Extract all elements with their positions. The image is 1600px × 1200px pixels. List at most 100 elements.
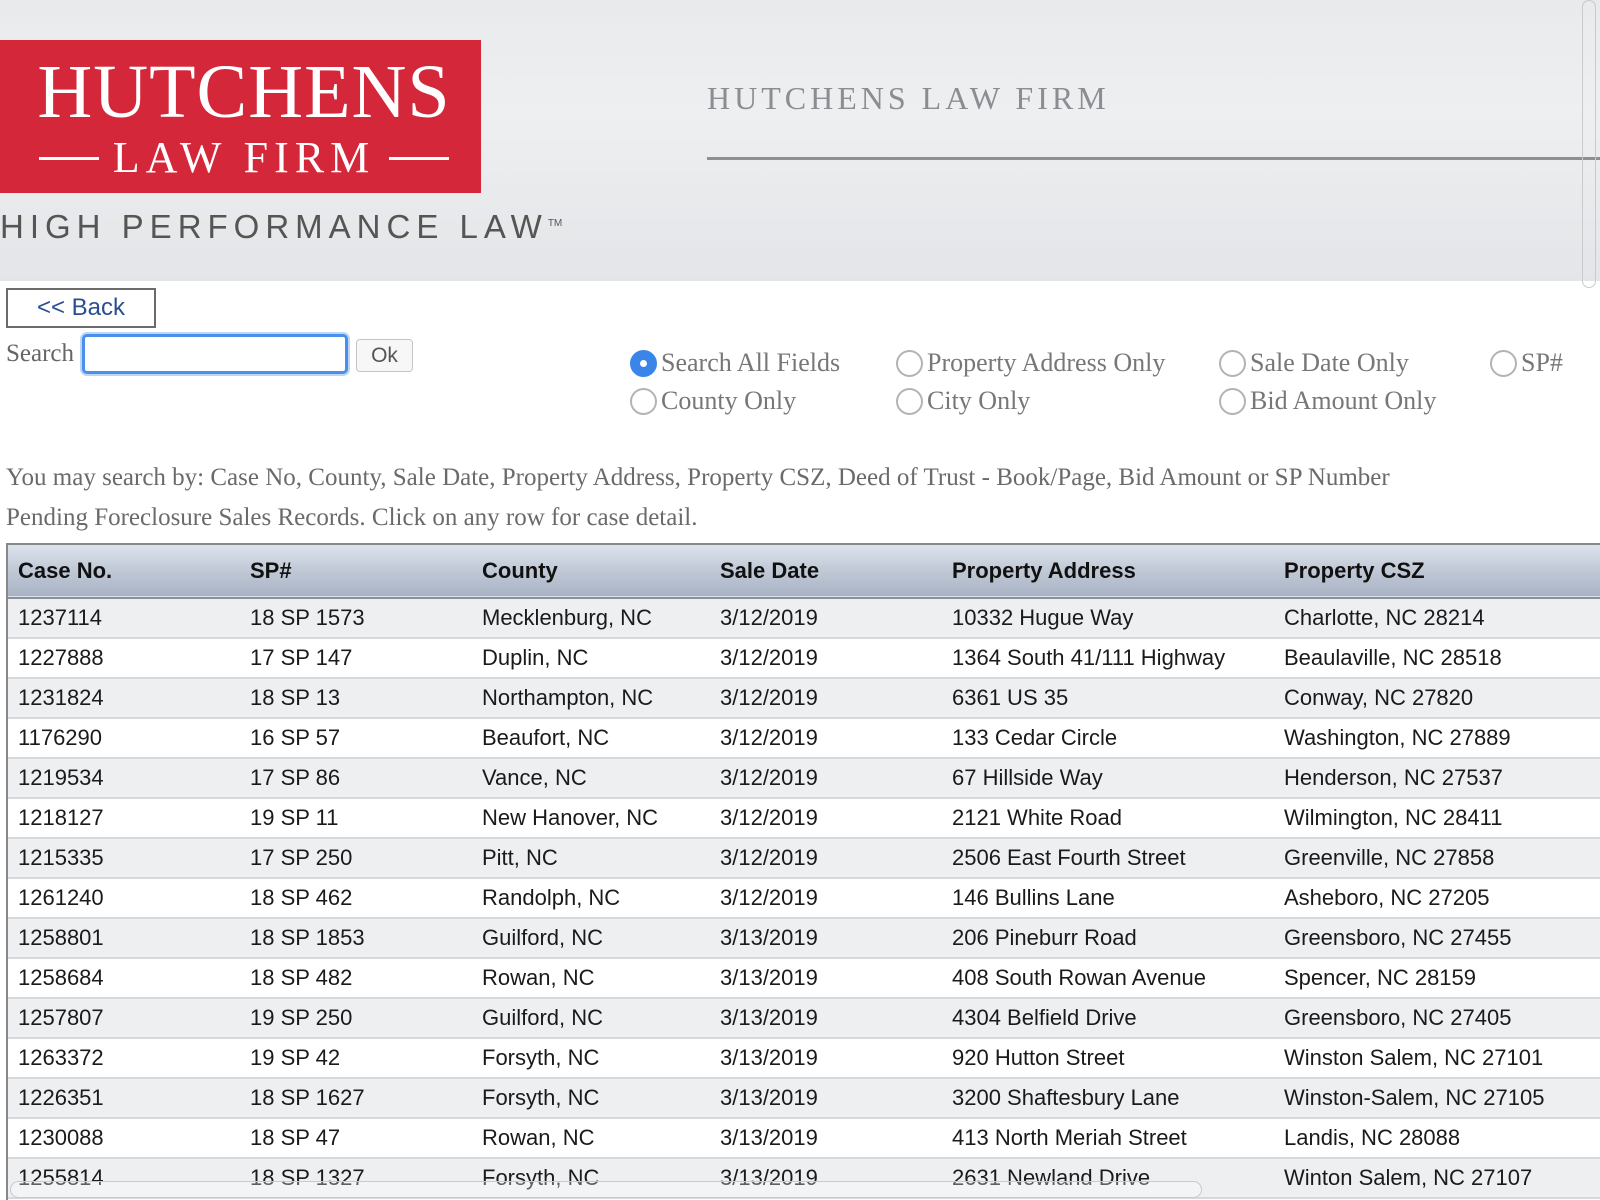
table-row[interactable]: 1219534 17 SP 86 Vance, NC 3/12/2019 67 Hill…	[8, 758, 1600, 798]
cell-case-no: 1231824	[18, 685, 104, 710]
cell-sp-number: 18 SP 482	[250, 965, 353, 990]
cell-county: Guilford, NC	[482, 925, 604, 950]
firm-logo[interactable]: HUTCHENS LAW FIRM	[0, 40, 481, 193]
cell-property-csz: Greensboro, NC 27455	[1284, 925, 1512, 950]
radio-label: Search All Fields	[661, 348, 841, 377]
radio-bid-amount-only[interactable]: Bid Amount Only	[1219, 386, 1436, 416]
cell-property-csz: Asheboro, NC 27205	[1284, 885, 1490, 910]
cell-property-address: 4304 Belfield Drive	[952, 1005, 1137, 1030]
table-row[interactable]: 1176290 16 SP 57 Beaufort, NC 3/12/2019 133 …	[8, 718, 1600, 758]
cell-case-no: 1218127	[18, 805, 104, 830]
search-help-text: You may search by: Case No, County, Sale…	[6, 464, 1390, 491]
cell-sale-date: 3/13/2019	[720, 965, 818, 990]
table-row[interactable]: 1226351 18 SP 1627 Forsyth, NC 3/13/2019 320…	[8, 1078, 1600, 1118]
cell-sp-number: 18 SP 1627	[250, 1085, 365, 1110]
table-row[interactable]: 1257807 19 SP 250 Guilford, NC 3/13/2019 430…	[8, 998, 1600, 1038]
cell-property-csz: Winston-Salem, NC 27105	[1284, 1085, 1545, 1110]
cell-case-no: 1237114	[18, 605, 103, 630]
cell-property-csz: Henderson, NC 27537	[1284, 765, 1503, 790]
foreclosure-table-container: Case No. SP# County Sale Date Property A…	[6, 543, 1600, 1200]
column-header-sale-date[interactable]: Sale Date	[710, 545, 942, 598]
cell-sale-date: 3/12/2019	[720, 845, 818, 870]
table-row[interactable]: 1258684 18 SP 482 Rowan, NC 3/13/2019 408 So…	[8, 958, 1600, 998]
column-header-property-address[interactable]: Property Address	[942, 545, 1274, 598]
cell-sale-date: 3/12/2019	[720, 885, 818, 910]
column-header-property-csz[interactable]: Property CSZ	[1274, 545, 1600, 598]
records-caption: Pending Foreclosure Sales Records. Click…	[6, 504, 698, 531]
cell-property-address: 920 Hutton Street	[952, 1045, 1125, 1070]
search-input[interactable]	[82, 334, 348, 374]
cell-property-address: 2121 White Road	[952, 805, 1122, 830]
table-row[interactable]: 1237114 18 SP 1573 Mecklenburg, NC 3/12/201…	[8, 598, 1600, 638]
column-header-sp[interactable]: SP#	[240, 545, 472, 598]
cell-sale-date: 3/12/2019	[720, 645, 818, 670]
cell-property-csz: Beaulaville, NC 28518	[1284, 645, 1502, 670]
radio-unselected-icon	[1219, 349, 1246, 377]
radio-county-only[interactable]: County Only	[630, 386, 796, 416]
cell-property-address: 206 Pineburr Road	[952, 925, 1137, 950]
column-header-county[interactable]: County	[472, 545, 710, 598]
cell-county: Forsyth, NC	[482, 1085, 600, 1110]
logo-subtitle: LAW FIRM	[24, 136, 464, 180]
radio-label: Sale Date Only	[1250, 348, 1409, 377]
cell-county: Rowan, NC	[482, 965, 595, 990]
radio-label: County Only	[661, 386, 797, 415]
cell-sale-date: 3/12/2019	[720, 605, 818, 630]
table-row[interactable]: 1230088 18 SP 47 Rowan, NC 3/13/2019 413 Nor…	[8, 1118, 1600, 1158]
table-row[interactable]: 1218127 19 SP 11 New Hanover, NC 3/12/2019 2…	[8, 798, 1600, 838]
table-row[interactable]: 1258801 18 SP 1853 Guilford, NC 3/13/2019 20…	[8, 918, 1600, 958]
tagline-text: HIGH PERFORMANCE LAW	[0, 208, 548, 245]
table-row[interactable]: 1215335 17 SP 250 Pitt, NC 3/12/2019 2506 Ea…	[8, 838, 1600, 878]
cell-property-address: 2506 East Fourth Street	[952, 845, 1186, 870]
cell-property-address: 133 Cedar Circle	[952, 725, 1118, 750]
cell-sp-number: 17 SP 86	[250, 765, 341, 790]
cell-property-csz: Winton Salem, NC 27107	[1284, 1165, 1533, 1190]
cell-sale-date: 3/13/2019	[720, 1125, 818, 1150]
radio-city-only[interactable]: City Only	[896, 386, 1030, 416]
cell-sale-date: 3/13/2019	[720, 925, 818, 950]
cell-sp-number: 18 SP 47	[250, 1125, 341, 1150]
back-button[interactable]: << Back	[6, 288, 156, 328]
radio-sp-number[interactable]: SP#	[1490, 348, 1563, 378]
cell-case-no: 1261240	[18, 885, 104, 910]
header-divider	[707, 157, 1600, 160]
cell-case-no: 1258684	[18, 965, 104, 990]
cell-case-no: 1263372	[18, 1045, 104, 1070]
cell-sp-number: 19 SP 11	[250, 805, 339, 830]
horizontal-scrollbar[interactable]	[10, 1181, 1202, 1198]
cell-sale-date: 3/13/2019	[720, 1005, 818, 1030]
cell-sale-date: 3/12/2019	[720, 765, 818, 790]
cell-county: Forsyth, NC	[482, 1045, 600, 1070]
table-header-row: Case No. SP# County Sale Date Property A…	[8, 545, 1600, 598]
logo-dash-right	[389, 156, 450, 160]
table-row[interactable]: 1227888 17 SP 147 Duplin, NC 3/12/2019 1364 …	[8, 638, 1600, 678]
table-row[interactable]: 1261240 18 SP 462 Randolph, NC 3/12/2019 146…	[8, 878, 1600, 918]
cell-sp-number: 19 SP 250	[250, 1005, 353, 1030]
radio-unselected-icon	[896, 349, 923, 377]
radio-property-address-only[interactable]: Property Address Only	[896, 348, 1165, 378]
radio-search-all-fields[interactable]: Search All Fields	[630, 348, 840, 378]
cell-case-no: 1215335	[18, 845, 104, 870]
radio-sale-date-only[interactable]: Sale Date Only	[1219, 348, 1409, 378]
vertical-scrollbar[interactable]	[1582, 0, 1596, 288]
ok-button[interactable]: Ok	[356, 339, 413, 372]
cell-case-no: 1176290	[18, 725, 103, 750]
radio-label: Property Address Only	[927, 348, 1166, 377]
table-row[interactable]: 1263372 19 SP 42 Forsyth, NC 3/13/2019 920 H…	[8, 1038, 1600, 1078]
cell-case-no: 1226351	[18, 1085, 104, 1110]
radio-label: Bid Amount Only	[1250, 386, 1437, 415]
radio-unselected-icon	[630, 387, 657, 415]
cell-property-csz: Conway, NC 27820	[1284, 685, 1474, 710]
cell-property-csz: Spencer, NC 28159	[1284, 965, 1477, 990]
cell-case-no: 1257807	[18, 1005, 104, 1030]
cell-sale-date: 3/12/2019	[720, 685, 818, 710]
cell-sale-date: 3/13/2019	[720, 1045, 818, 1070]
cell-sp-number: 16 SP 57	[250, 725, 341, 750]
radio-label: SP#	[1521, 348, 1563, 377]
cell-case-no: 1258801	[18, 925, 104, 950]
column-header-case-no[interactable]: Case No.	[8, 545, 240, 598]
table-row[interactable]: 1231824 18 SP 13 Northampton, NC 3/12/2019 6…	[8, 678, 1600, 718]
header-title: HUTCHENS LAW FIRM	[707, 80, 1110, 116]
cell-sp-number: 19 SP 42	[250, 1045, 341, 1070]
cell-property-csz: Winston Salem, NC 27101	[1284, 1045, 1544, 1070]
